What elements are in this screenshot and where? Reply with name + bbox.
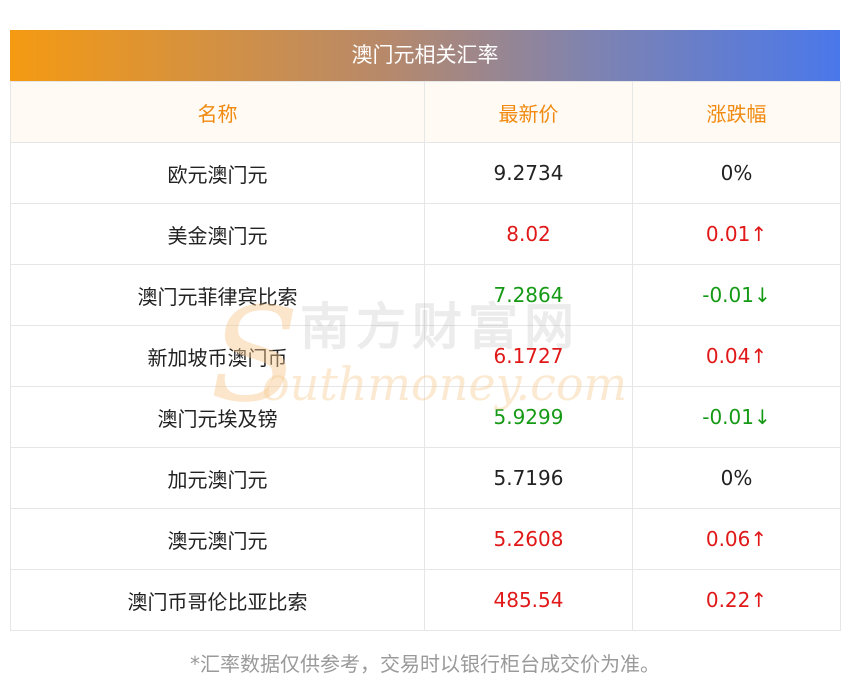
table-header-row: 名称 最新价 涨跌幅	[10, 81, 841, 143]
row-price: 6.1727	[424, 325, 633, 387]
row-price: 485.54	[424, 569, 633, 631]
row-change: 0.04↑	[632, 325, 841, 387]
table-title: 澳门元相关汇率	[10, 30, 840, 81]
row-price: 9.2734	[424, 142, 633, 204]
table-row: 澳元澳门元 5.2608 0.06↑	[10, 508, 841, 570]
table-row: 澳门元菲律宾比索 7.2864 -0.01↓	[10, 264, 841, 326]
column-header-name: 名称	[10, 81, 425, 143]
row-name: 澳元澳门元	[10, 508, 425, 570]
column-header-change: 涨跌幅	[632, 81, 841, 143]
row-change: 0%	[632, 142, 841, 204]
exchange-rate-table: 名称 最新价 涨跌幅 欧元澳门元 9.2734 0% 美金澳门元 8.02 0.…	[10, 81, 841, 631]
row-change: 0%	[632, 447, 841, 509]
table-row: 加元澳门元 5.7196 0%	[10, 447, 841, 509]
row-price: 7.2864	[424, 264, 633, 326]
row-name: 澳门元菲律宾比索	[10, 264, 425, 326]
exchange-rate-card: 澳门元相关汇率 名称 最新价 涨跌幅 欧元澳门元 9.2734 0% 美金澳门元…	[0, 0, 850, 697]
disclaimer-footnote: *汇率数据仅供参考，交易时以银行柜台成交价为准。	[190, 652, 660, 676]
table-row: 澳门元埃及镑 5.9299 -0.01↓	[10, 386, 841, 448]
row-name: 澳门元埃及镑	[10, 386, 425, 448]
row-name: 美金澳门元	[10, 203, 425, 265]
table-row: 新加坡币澳门币 6.1727 0.04↑	[10, 325, 841, 387]
row-change: -0.01↓	[632, 264, 841, 326]
row-change: -0.01↓	[632, 386, 841, 448]
row-name: 加元澳门元	[10, 447, 425, 509]
row-change: 0.22↑	[632, 569, 841, 631]
row-price: 5.2608	[424, 508, 633, 570]
column-header-price: 最新价	[424, 81, 633, 143]
row-name: 澳门币哥伦比亚比索	[10, 569, 425, 631]
row-name: 新加坡币澳门币	[10, 325, 425, 387]
row-price: 8.02	[424, 203, 633, 265]
table-row: 美金澳门元 8.02 0.01↑	[10, 203, 841, 265]
table-row: 欧元澳门元 9.2734 0%	[10, 142, 841, 204]
row-change: 0.01↑	[632, 203, 841, 265]
table-row: 澳门币哥伦比亚比索 485.54 0.22↑	[10, 569, 841, 631]
row-name: 欧元澳门元	[10, 142, 425, 204]
row-price: 5.9299	[424, 386, 633, 448]
row-price: 5.7196	[424, 447, 633, 509]
row-change: 0.06↑	[632, 508, 841, 570]
